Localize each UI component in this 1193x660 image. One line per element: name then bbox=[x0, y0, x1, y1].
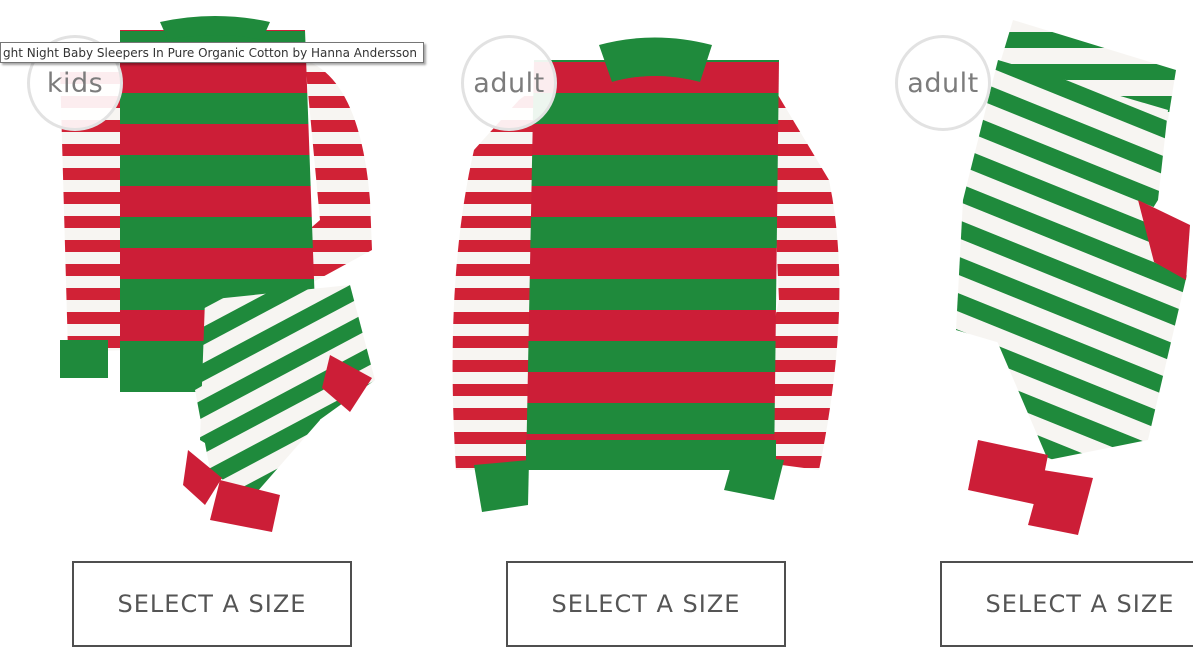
age-badge-adult-top: adult bbox=[461, 35, 557, 131]
select-size-button-adult-top[interactable]: SELECT A SIZE bbox=[506, 561, 786, 647]
product-card-kids: kids SELECT A SIZE bbox=[0, 0, 400, 660]
product-card-adult-top: adult SELECT A SIZE bbox=[434, 0, 868, 660]
product-card-adult-pants: adult SELECT A SIZE bbox=[868, 0, 1193, 660]
age-badge-adult-pants: adult bbox=[895, 35, 991, 131]
product-grid: kids SELECT A SIZE adult SELECT A SIZE a… bbox=[0, 0, 1193, 660]
select-size-button-kids[interactable]: SELECT A SIZE bbox=[72, 561, 352, 647]
image-tooltip: ght Night Baby Sleepers In Pure Organic … bbox=[0, 42, 424, 63]
select-size-button-adult-pants[interactable]: SELECT A SIZE bbox=[940, 561, 1193, 647]
